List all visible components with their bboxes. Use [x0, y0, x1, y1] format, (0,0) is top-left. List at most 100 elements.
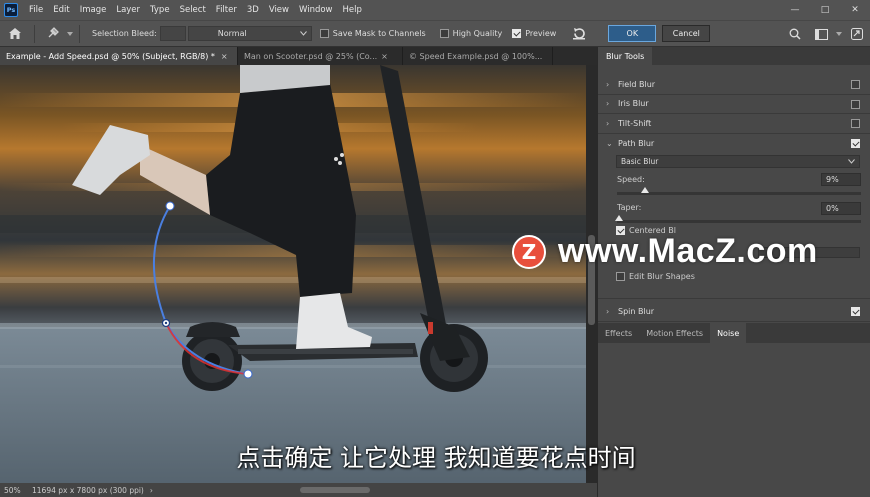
minimize-icon[interactable]: —	[780, 5, 810, 15]
path-blur-row[interactable]: ⌄ Path Blur	[598, 134, 870, 154]
tool-dropdown-icon[interactable]	[65, 24, 75, 44]
tab-motion-effects[interactable]: Motion Effects	[639, 323, 710, 343]
watermark: Z www.MacZ.com	[512, 232, 818, 271]
speed-input[interactable]: 9%	[821, 173, 861, 186]
macz-logo-icon: Z	[512, 234, 546, 269]
tab-example-add-speed[interactable]: Example - Add Speed.psd @ 50% (Subject, …	[0, 47, 238, 65]
subtitle-text: 点击确定 让它处理 我知道要花点时间	[236, 444, 636, 472]
chevron-down-icon[interactable]: ⌄	[606, 139, 618, 148]
close-window-icon[interactable]: ✕	[840, 5, 870, 15]
effects-content	[598, 343, 870, 497]
tab-effects[interactable]: Effects	[598, 323, 639, 343]
watermark-text: www.MacZ.com	[558, 232, 818, 270]
tab-label: Man on Scooter.psd @ 25% (Co...	[244, 51, 378, 61]
selection-bleed-field[interactable]	[159, 26, 186, 41]
path-blur-mode-select[interactable]: Basic Blur	[616, 155, 860, 168]
vertical-scrollbar[interactable]	[586, 65, 597, 483]
taper-input[interactable]: 0%	[821, 202, 861, 215]
divider	[79, 24, 80, 43]
menu-select[interactable]: Select	[175, 5, 211, 15]
field-blur-label: Field Blur	[618, 79, 656, 89]
high-quality-checkbox[interactable]: High Quality	[439, 29, 502, 38]
document-canvas[interactable]	[0, 65, 586, 483]
preview-checkbox[interactable]: Preview	[512, 29, 556, 38]
tilt-shift-row[interactable]: › Tilt-Shift	[598, 114, 870, 134]
document-dimensions: 11694 px x 7800 px (300 ppi)	[32, 485, 144, 495]
menu-window[interactable]: Window	[294, 5, 338, 15]
home-icon[interactable]	[0, 21, 30, 47]
save-mask-checkbox[interactable]: Save Mask to Channels	[319, 29, 426, 38]
divider	[34, 24, 35, 43]
iris-blur-checkbox[interactable]	[851, 99, 860, 109]
workspace-icon[interactable]	[808, 28, 834, 40]
chevron-right-icon[interactable]: ›	[606, 99, 618, 108]
search-icon[interactable]	[782, 28, 808, 40]
preview-label: Preview	[525, 29, 557, 38]
speed-label: Speed:	[617, 175, 645, 184]
tab-man-on-scooter[interactable]: Man on Scooter.psd @ 25% (Co... ×	[238, 47, 403, 65]
path-blur-label: Path Blur	[618, 138, 655, 148]
spin-blur-checkbox[interactable]	[851, 307, 860, 316]
photoshop-window: Ps File Edit Image Layer Type Select Fil…	[0, 0, 870, 497]
cancel-button[interactable]: Cancel	[662, 25, 711, 42]
horizontal-scrollbar[interactable]	[300, 487, 370, 493]
edit-blur-shapes-label: Edit Blur Shapes	[629, 272, 695, 281]
status-bar: 50% 11694 px x 7800 px (300 ppi) ›	[0, 483, 597, 497]
taper-slider[interactable]	[615, 215, 861, 223]
maximize-icon[interactable]: □	[810, 5, 840, 15]
blend-mode-select[interactable]: Normal	[187, 26, 312, 41]
speed-slider[interactable]	[617, 187, 861, 195]
menu-layer[interactable]: Layer	[111, 5, 145, 15]
menu-type[interactable]: Type	[145, 5, 175, 15]
ok-button[interactable]: OK	[608, 25, 657, 42]
field-blur-checkbox[interactable]	[851, 80, 860, 89]
tab-noise[interactable]: Noise	[710, 323, 747, 343]
path-blur-checkbox[interactable]	[851, 138, 860, 148]
pin-tool-icon[interactable]	[39, 24, 65, 44]
menu-help[interactable]: Help	[338, 5, 367, 15]
spin-blur-label: Spin Blur	[618, 306, 655, 316]
iris-blur-row[interactable]: › Iris Blur	[598, 95, 870, 114]
menu-view[interactable]: View	[264, 5, 294, 15]
spin-blur-row[interactable]: › Spin Blur	[598, 302, 870, 322]
tab-label: Example - Add Speed.psd @ 50% (Subject, …	[6, 51, 215, 61]
menu-filter[interactable]: Filter	[211, 5, 242, 15]
checkbox-icon	[319, 29, 329, 38]
chevron-down-icon	[299, 31, 307, 36]
selection-bleed-label: Selection Bleed:	[92, 29, 157, 38]
photoshop-logo-icon: Ps	[4, 3, 18, 17]
reset-icon[interactable]	[566, 24, 592, 44]
status-arrow-icon[interactable]: ›	[150, 486, 153, 495]
window-controls: — □ ✕	[780, 0, 870, 20]
blur-tools-tab[interactable]: Blur Tools	[598, 47, 653, 65]
menu-3d[interactable]: 3D	[242, 5, 264, 15]
workspace-dropdown-icon[interactable]	[834, 32, 844, 36]
iris-blur-label: Iris Blur	[618, 99, 649, 109]
close-tab-icon[interactable]: ×	[221, 52, 228, 61]
edit-blur-shapes-checkbox[interactable]: Edit Blur Shapes	[616, 272, 695, 281]
taper-label: Taper:	[617, 203, 642, 212]
tab-speed-example[interactable]: © Speed Example.psd @ 100%...	[403, 47, 553, 65]
tilt-shift-checkbox[interactable]	[851, 119, 860, 128]
speed-slider-handle[interactable]	[640, 187, 649, 193]
options-bar: Selection Bleed: Normal Save Mask to Cha…	[0, 20, 870, 46]
checkbox-icon	[512, 29, 522, 38]
share-icon[interactable]	[844, 28, 870, 40]
menu-image[interactable]: Image	[75, 5, 112, 15]
menu-file[interactable]: File	[24, 5, 48, 15]
blend-mode-value: Normal	[217, 29, 247, 38]
chevron-right-icon[interactable]: ›	[606, 119, 618, 128]
effects-tabbar: Effects Motion Effects Noise	[598, 323, 870, 343]
field-blur-row[interactable]: › Field Blur	[598, 75, 870, 95]
taper-slider-handle[interactable]	[615, 215, 623, 221]
checkbox-icon	[616, 272, 625, 281]
panel-header: Blur Tools	[598, 47, 870, 65]
chevron-right-icon[interactable]: ›	[606, 307, 618, 316]
menu-edit[interactable]: Edit	[48, 5, 74, 15]
close-tab-icon[interactable]: ×	[381, 52, 388, 61]
right-toolbar	[782, 21, 870, 47]
zoom-level[interactable]: 50%	[4, 486, 32, 495]
path-blur-mode-value: Basic Blur	[621, 157, 659, 166]
chevron-right-icon[interactable]: ›	[606, 80, 618, 89]
chevron-down-icon	[848, 159, 855, 164]
